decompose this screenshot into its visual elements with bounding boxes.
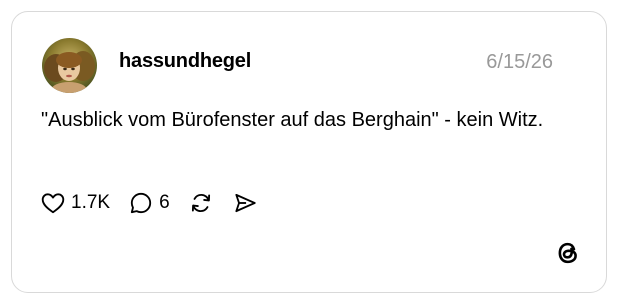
share-button[interactable] [232, 190, 258, 216]
reply-count: 6 [159, 192, 170, 213]
speech-bubble-icon [128, 190, 154, 216]
send-icon [232, 190, 258, 216]
post-card: hassundhegel 6/15/26 "Ausblick vom Bürof… [11, 11, 607, 293]
like-button[interactable]: 1.7K [40, 190, 110, 216]
repost-button[interactable] [188, 190, 214, 216]
post-date[interactable]: 6/15/26 [486, 51, 553, 74]
avatar[interactable] [42, 38, 97, 93]
heart-icon [40, 190, 66, 216]
reply-button[interactable]: 6 [128, 190, 170, 216]
post-text: "Ausblick vom Bürofenster auf das Bergha… [41, 109, 544, 131]
repost-icon [188, 190, 214, 216]
username[interactable]: hassundhegel [119, 50, 251, 73]
like-count: 1.7K [71, 192, 111, 213]
action-bar: 1.7K 6 [40, 188, 276, 218]
threads-logo-icon[interactable] [555, 240, 581, 266]
